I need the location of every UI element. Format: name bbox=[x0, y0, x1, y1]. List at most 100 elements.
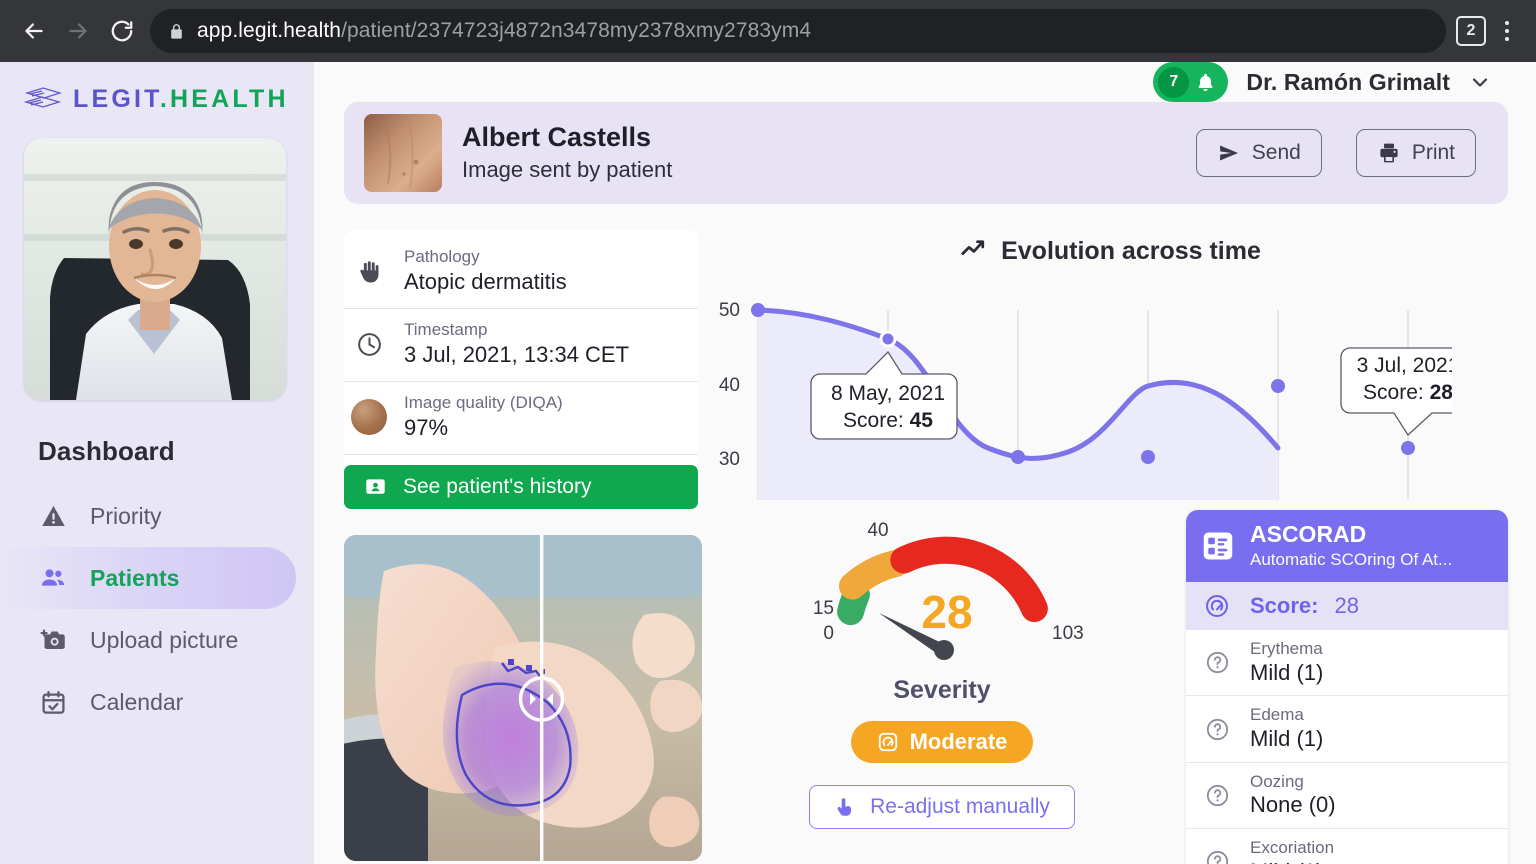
back-button[interactable] bbox=[12, 9, 56, 53]
sidebar-item-label: Patients bbox=[90, 564, 180, 591]
sidebar-item-label: Upload picture bbox=[90, 626, 239, 653]
print-button[interactable]: Print bbox=[1355, 129, 1476, 177]
severity-gauge: 28 0 15 40 103 bbox=[772, 510, 1112, 670]
ascorad-item-label: Edema bbox=[1250, 705, 1304, 725]
readjust-manually-button[interactable]: Re-adjust manually bbox=[809, 785, 1075, 829]
ascorad-item-edema: Edema Mild (1) bbox=[1186, 696, 1508, 763]
ascorad-panel: ASCORAD Automatic SCOring Of At... Score… bbox=[1186, 510, 1508, 864]
gauge-label-15: 15 bbox=[813, 598, 834, 619]
readjust-manually-label: Re-adjust manually bbox=[870, 795, 1050, 818]
tab-count-badge[interactable]: 2 bbox=[1456, 16, 1486, 46]
info-value: Atopic dermatitis bbox=[404, 269, 567, 295]
brand-name: LEGIT.HEALTH bbox=[73, 85, 289, 114]
camera-add-icon bbox=[38, 625, 68, 655]
url-path: /patient/2374723j4872n3478my2378xmy2783y… bbox=[341, 19, 812, 42]
forward-button[interactable] bbox=[56, 9, 100, 53]
ytick-40: 40 bbox=[719, 375, 740, 396]
notification-count-badge: 7 bbox=[1158, 66, 1190, 98]
gauge-needle-hub bbox=[934, 640, 954, 660]
gauge-label-40: 40 bbox=[867, 520, 888, 541]
question-circle-icon[interactable] bbox=[1200, 650, 1234, 675]
sidebar-item-patients[interactable]: Patients bbox=[0, 547, 296, 609]
patient-name: Albert Castells bbox=[462, 121, 652, 152]
ascorad-item-text: Oozing None (0) bbox=[1250, 772, 1336, 819]
left-column: Pathology Atopic dermatitis Timestamp 3 … bbox=[344, 230, 702, 864]
url-text: app.legit.health/patient/2374723j4872n34… bbox=[197, 19, 811, 43]
chart-title: Evolution across time bbox=[712, 230, 1508, 272]
people-icon bbox=[38, 563, 68, 593]
severity-gauge-panel: 28 0 15 40 103 Severity Moderate Re-adju… bbox=[712, 510, 1172, 864]
address-bar[interactable]: app.legit.health/patient/2374723j4872n34… bbox=[150, 9, 1446, 53]
ascorad-item-value: None (0) bbox=[1250, 792, 1336, 818]
annotation-score-2: Score: 28 bbox=[1363, 381, 1452, 404]
ascorad-score-row: Score: 28 bbox=[1186, 582, 1508, 630]
page-title: Dashboard bbox=[38, 436, 175, 466]
doctor-avatar-photo bbox=[24, 138, 286, 400]
ascorad-title: ASCORAD bbox=[1250, 521, 1367, 547]
ytick-50: 50 bbox=[719, 300, 740, 321]
info-value: 3 Jul, 2021, 13:34 CET bbox=[404, 342, 630, 368]
ascorad-score-value: 28 bbox=[1334, 593, 1359, 618]
lower-row: 28 0 15 40 103 Severity Moderate Re-adju… bbox=[712, 510, 1508, 864]
info-label: Timestamp bbox=[404, 319, 488, 339]
patient-identity: Albert Castells Image sent by patient bbox=[462, 122, 672, 184]
notifications-button[interactable]: 7 bbox=[1153, 62, 1229, 102]
send-button[interactable]: Send bbox=[1195, 129, 1322, 177]
evolution-chart: 50 40 30 20 bbox=[712, 272, 1508, 500]
chart-title-text: Evolution across time bbox=[1001, 236, 1261, 265]
question-circle-icon[interactable] bbox=[1200, 849, 1234, 864]
question-circle-icon[interactable] bbox=[1200, 783, 1234, 808]
chevron-down-icon[interactable] bbox=[1468, 70, 1492, 94]
see-patient-history-button[interactable]: See patient's history bbox=[344, 464, 698, 509]
legit-health-logo-icon bbox=[23, 84, 64, 114]
annotation-score-1: Score: 45 bbox=[843, 409, 933, 432]
gauge-value: 28 bbox=[921, 586, 972, 638]
content-region: Albert Castells Image sent by patient Se… bbox=[314, 102, 1536, 864]
gauge-label-min: 0 bbox=[823, 623, 834, 644]
url-host: app.legit.health bbox=[197, 19, 342, 42]
ascorad-item-value: Mild (1) bbox=[1250, 859, 1334, 864]
info-text-group: Image quality (DIQA) 97% bbox=[404, 393, 563, 442]
severity-badge: Moderate bbox=[850, 721, 1034, 763]
brand-name-secondary: .HEALTH bbox=[159, 84, 289, 113]
info-row-timestamp: Timestamp 3 Jul, 2021, 13:34 CET bbox=[344, 309, 698, 382]
ascorad-item-oozing: Oozing None (0) bbox=[1186, 763, 1508, 830]
info-label: Image quality (DIQA) bbox=[404, 392, 563, 412]
top-bar: 7 Dr. Ramón Grimalt bbox=[314, 62, 1536, 102]
patient-info-panel: Pathology Atopic dermatitis Timestamp 3 … bbox=[344, 230, 698, 509]
sidebar-item-upload-picture[interactable]: Upload picture bbox=[0, 609, 296, 671]
ascorad-item-label: Excoriation bbox=[1250, 838, 1335, 858]
main-area: 7 Dr. Ramón Grimalt Albert Castells Imag… bbox=[314, 62, 1536, 864]
gauge-icon bbox=[1200, 593, 1234, 619]
ascorad-item-erythema: Erythema Mild (1) bbox=[1186, 630, 1508, 697]
gauge-zone-moderate bbox=[839, 549, 910, 600]
patient-subtitle: Image sent by patient bbox=[462, 156, 673, 182]
lock-icon bbox=[168, 23, 185, 40]
skin-swatch-icon bbox=[351, 399, 387, 436]
gauge-icon bbox=[877, 731, 899, 753]
ascorad-subtitle: Automatic SCOring Of At... bbox=[1250, 549, 1453, 569]
sidebar-item-calendar[interactable]: Calendar bbox=[0, 671, 296, 733]
before-after-comparison-slider[interactable] bbox=[344, 534, 702, 861]
tap-finger-icon bbox=[834, 796, 856, 818]
right-column: Evolution across time 50 40 30 20 bbox=[712, 230, 1508, 864]
sidebar-item-priority[interactable]: Priority bbox=[0, 485, 296, 547]
sidebar: LEGIT.HEALTH Dashboard Priority Patients… bbox=[0, 62, 314, 864]
dashboard-row: Pathology Atopic dermatitis Timestamp 3 … bbox=[344, 230, 1508, 864]
contact-card-icon bbox=[364, 475, 387, 498]
ascorad-item-text: Excoriation Mild (1) bbox=[1250, 838, 1334, 864]
ascorad-item-label: Erythema bbox=[1250, 639, 1323, 658]
patient-skin-thumbnail[interactable] bbox=[364, 114, 442, 192]
info-label: Pathology bbox=[404, 247, 480, 266]
ascorad-item-label: Oozing bbox=[1250, 771, 1304, 791]
ascorad-item-text: Erythema Mild (1) bbox=[1250, 639, 1323, 686]
chart-annotation-2: 3 Jul, 2021 Score: 28 bbox=[1340, 347, 1452, 437]
kebab-menu-icon[interactable] bbox=[1490, 11, 1524, 51]
question-circle-icon[interactable] bbox=[1200, 717, 1234, 742]
reload-button[interactable] bbox=[100, 9, 144, 53]
app-shell: LEGIT.HEALTH Dashboard Priority Patients… bbox=[0, 62, 1536, 864]
severity-badge-label: Moderate bbox=[909, 729, 1008, 754]
brand-logo[interactable]: LEGIT.HEALTH bbox=[0, 62, 314, 114]
hand-icon bbox=[352, 258, 386, 285]
annotation-date-1: 8 May, 2021 bbox=[831, 382, 945, 405]
